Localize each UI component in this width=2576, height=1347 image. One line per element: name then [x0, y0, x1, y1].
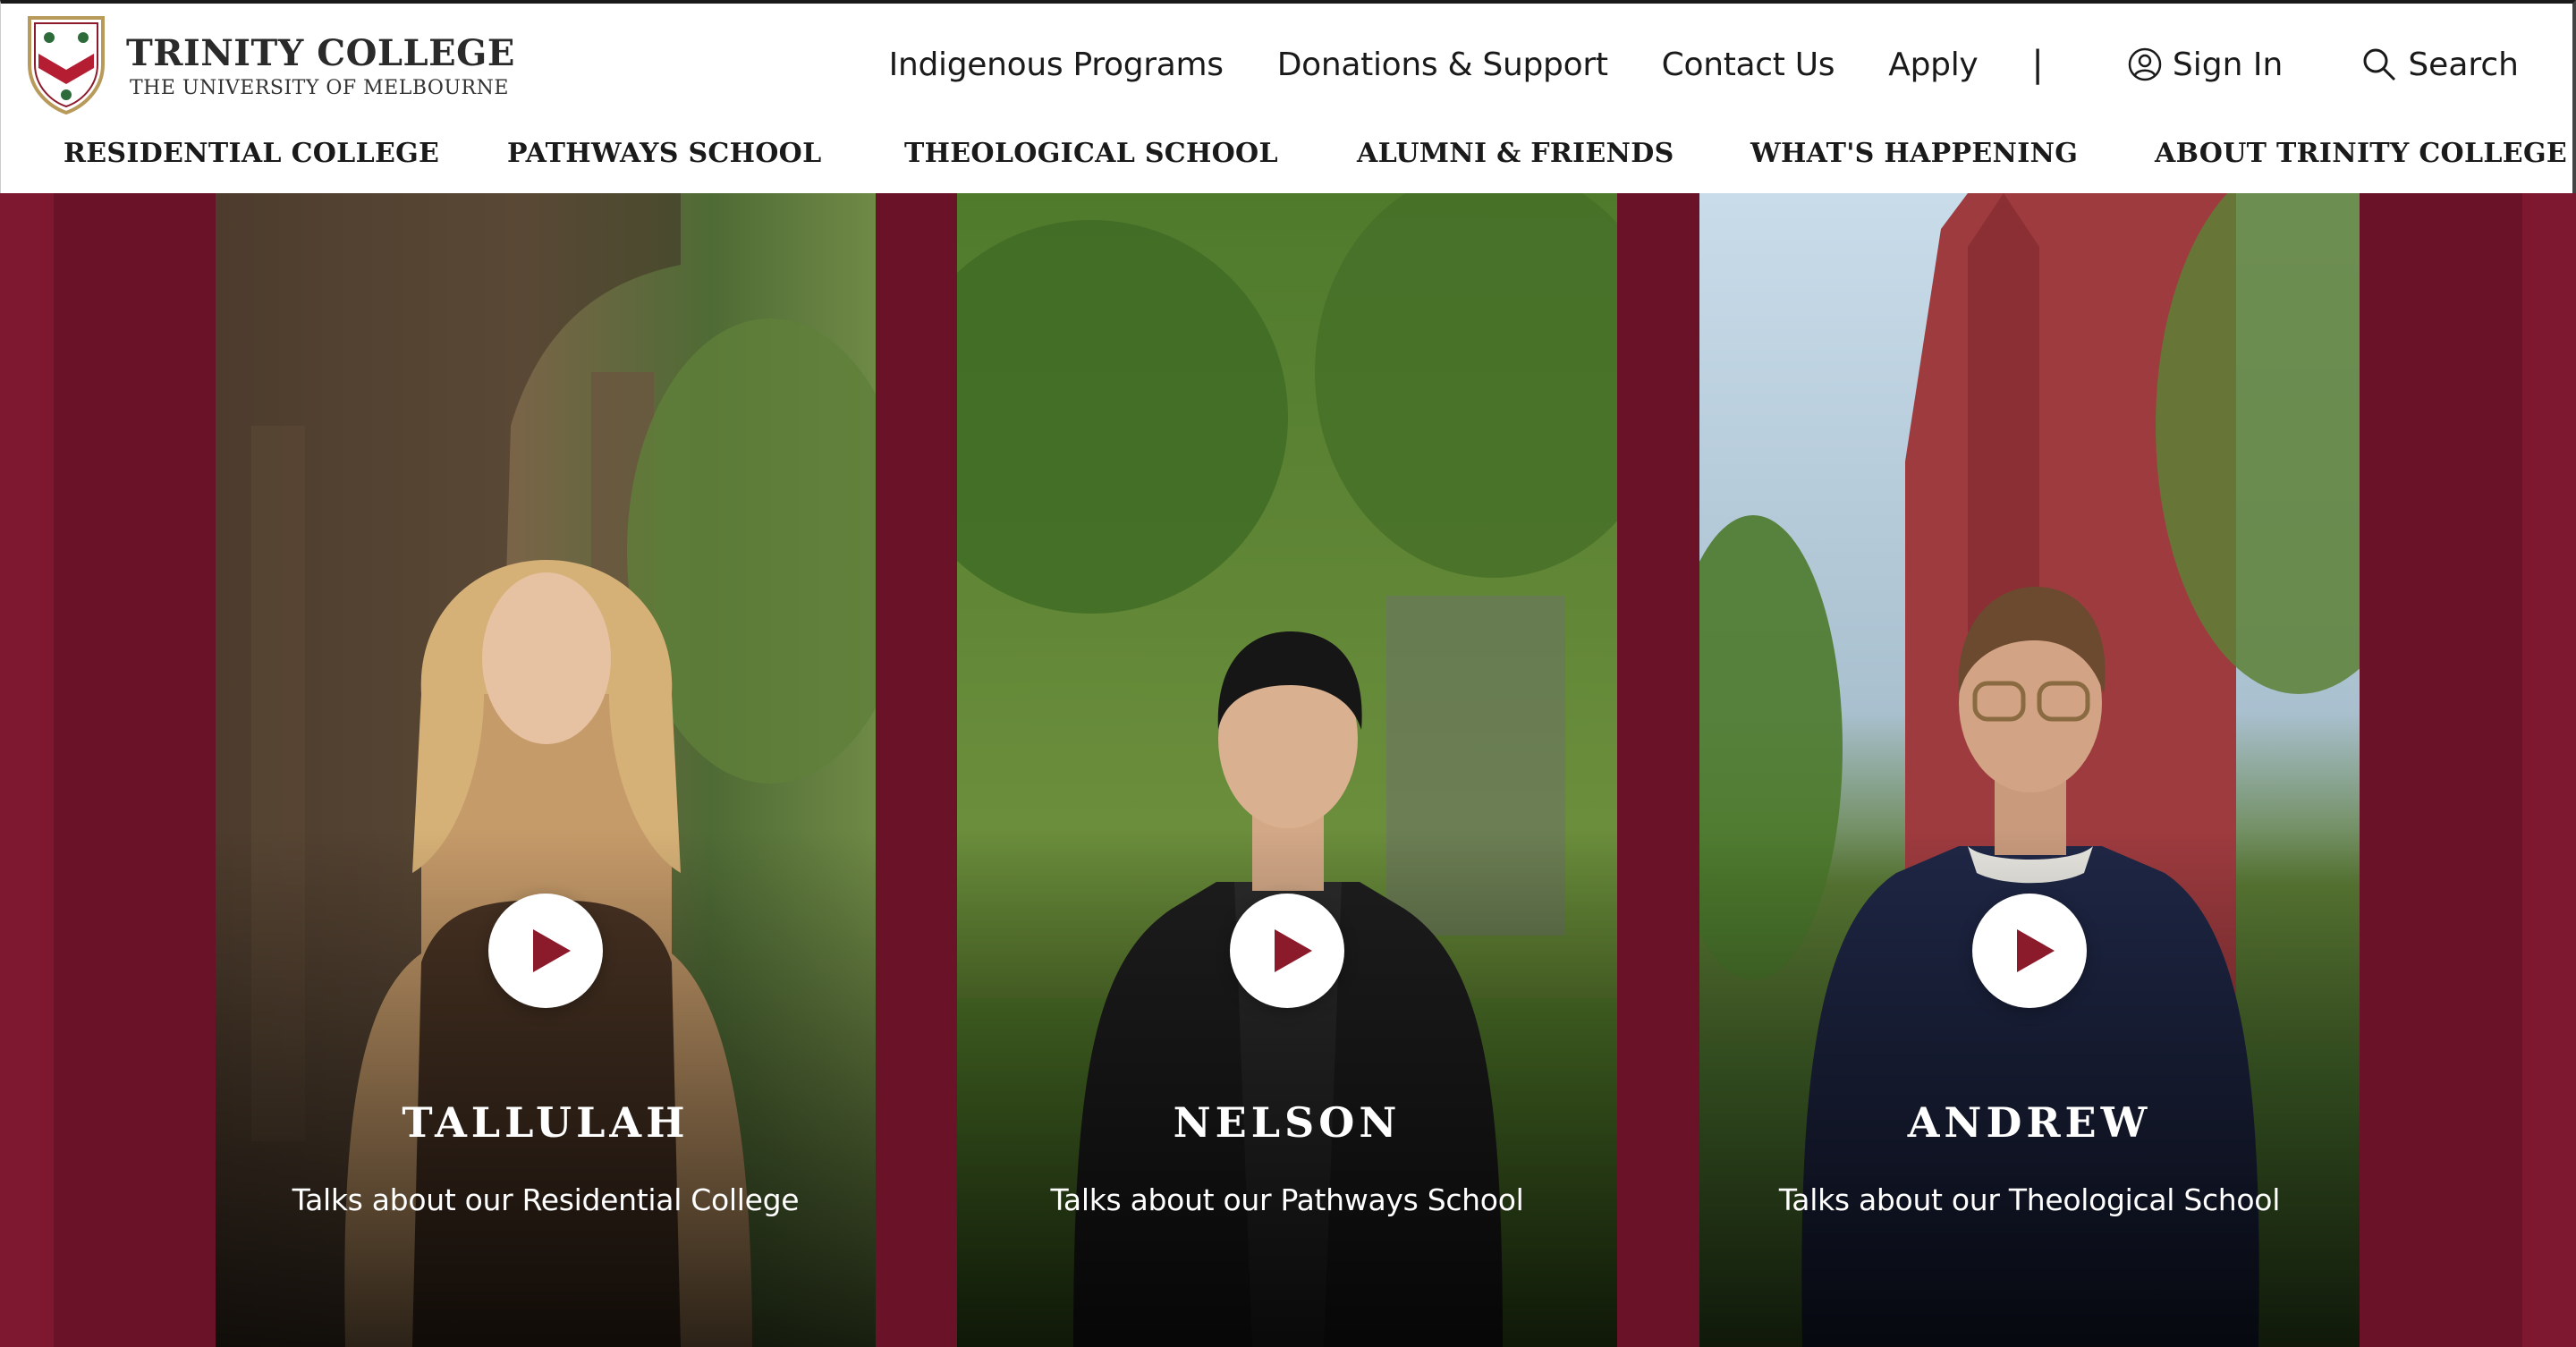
logo-title: TRINITY COLLEGE	[126, 32, 515, 74]
video-thumbnail-andrew	[1699, 193, 2360, 1347]
nav-theological-school[interactable]: THEOLOGICAL SCHOOL	[904, 138, 1278, 169]
search-icon	[2363, 48, 2396, 81]
video-card-nelson[interactable]: NELSON Talks about our Pathways School	[957, 193, 1617, 1347]
card-caption-andrew: Talks about our Theological School	[1778, 1182, 2281, 1217]
play-button-nelson[interactable]	[1230, 894, 1344, 1008]
nav-divider: |	[2031, 44, 2044, 85]
play-button-andrew[interactable]	[1972, 894, 2087, 1008]
search-link[interactable]: Search	[2361, 47, 2519, 83]
play-button-tallulah[interactable]	[488, 894, 603, 1008]
card-name-nelson: NELSON	[1173, 1098, 1402, 1147]
hero-edge-right	[2522, 193, 2576, 1347]
nav-whats-happening[interactable]: WHAT'S HAPPENING	[1750, 138, 2078, 169]
play-icon	[1275, 929, 1312, 972]
contact-us-link[interactable]: Contact Us	[1662, 47, 1835, 83]
play-icon	[533, 929, 571, 972]
nav-pathways-school[interactable]: PATHWAYS SCHOOL	[507, 138, 822, 169]
card-caption-nelson: Talks about our Pathways School	[1050, 1182, 1524, 1217]
user-icon	[2128, 47, 2162, 81]
card-caption-tallulah: Talks about our Residential College	[292, 1182, 800, 1217]
nav-residential-college[interactable]: RESIDENTIAL COLLEGE	[64, 138, 439, 169]
nav-alumni-friends[interactable]: ALUMNI & FRIENDS	[1357, 138, 1674, 169]
search-label: Search	[2408, 46, 2519, 83]
donations-support-link[interactable]: Donations & Support	[1277, 47, 1608, 83]
site-header: TRINITY COLLEGE THE UNIVERSITY OF MELBOU…	[0, 0, 2576, 193]
crest-icon	[28, 16, 105, 114]
logo-subtitle: THE UNIVERSITY OF MELBOURNE	[130, 77, 509, 99]
main-nav: RESIDENTIAL COLLEGE PATHWAYS SCHOOL THEO…	[1, 138, 2576, 179]
nav-about-trinity-college[interactable]: ABOUT TRINITY COLLEGE	[2155, 138, 2567, 169]
site-logo[interactable]: TRINITY COLLEGE THE UNIVERSITY OF MELBOU…	[26, 14, 514, 114]
video-card-andrew[interactable]: ANDREW Talks about our Theological Schoo…	[1699, 193, 2360, 1347]
apply-link[interactable]: Apply	[1888, 47, 1978, 83]
video-thumbnail-tallulah	[216, 193, 876, 1347]
indigenous-programs-link[interactable]: Indigenous Programs	[889, 47, 1224, 83]
sign-in-link[interactable]: Sign In	[2128, 47, 2283, 83]
card-name-tallulah: TALLULAH	[402, 1098, 690, 1147]
utility-nav: Indigenous Programs Donations & Support …	[889, 39, 2519, 89]
hero-edge-left	[0, 193, 54, 1347]
sign-in-label: Sign In	[2172, 46, 2284, 83]
play-icon	[2017, 929, 2055, 972]
video-card-tallulah[interactable]: TALLULAH Talks about our Residential Col…	[216, 193, 876, 1347]
card-name-andrew: ANDREW	[1907, 1098, 2152, 1147]
video-thumbnail-nelson	[957, 193, 1617, 1347]
video-hero: TALLULAH Talks about our Residential Col…	[0, 193, 2576, 1347]
